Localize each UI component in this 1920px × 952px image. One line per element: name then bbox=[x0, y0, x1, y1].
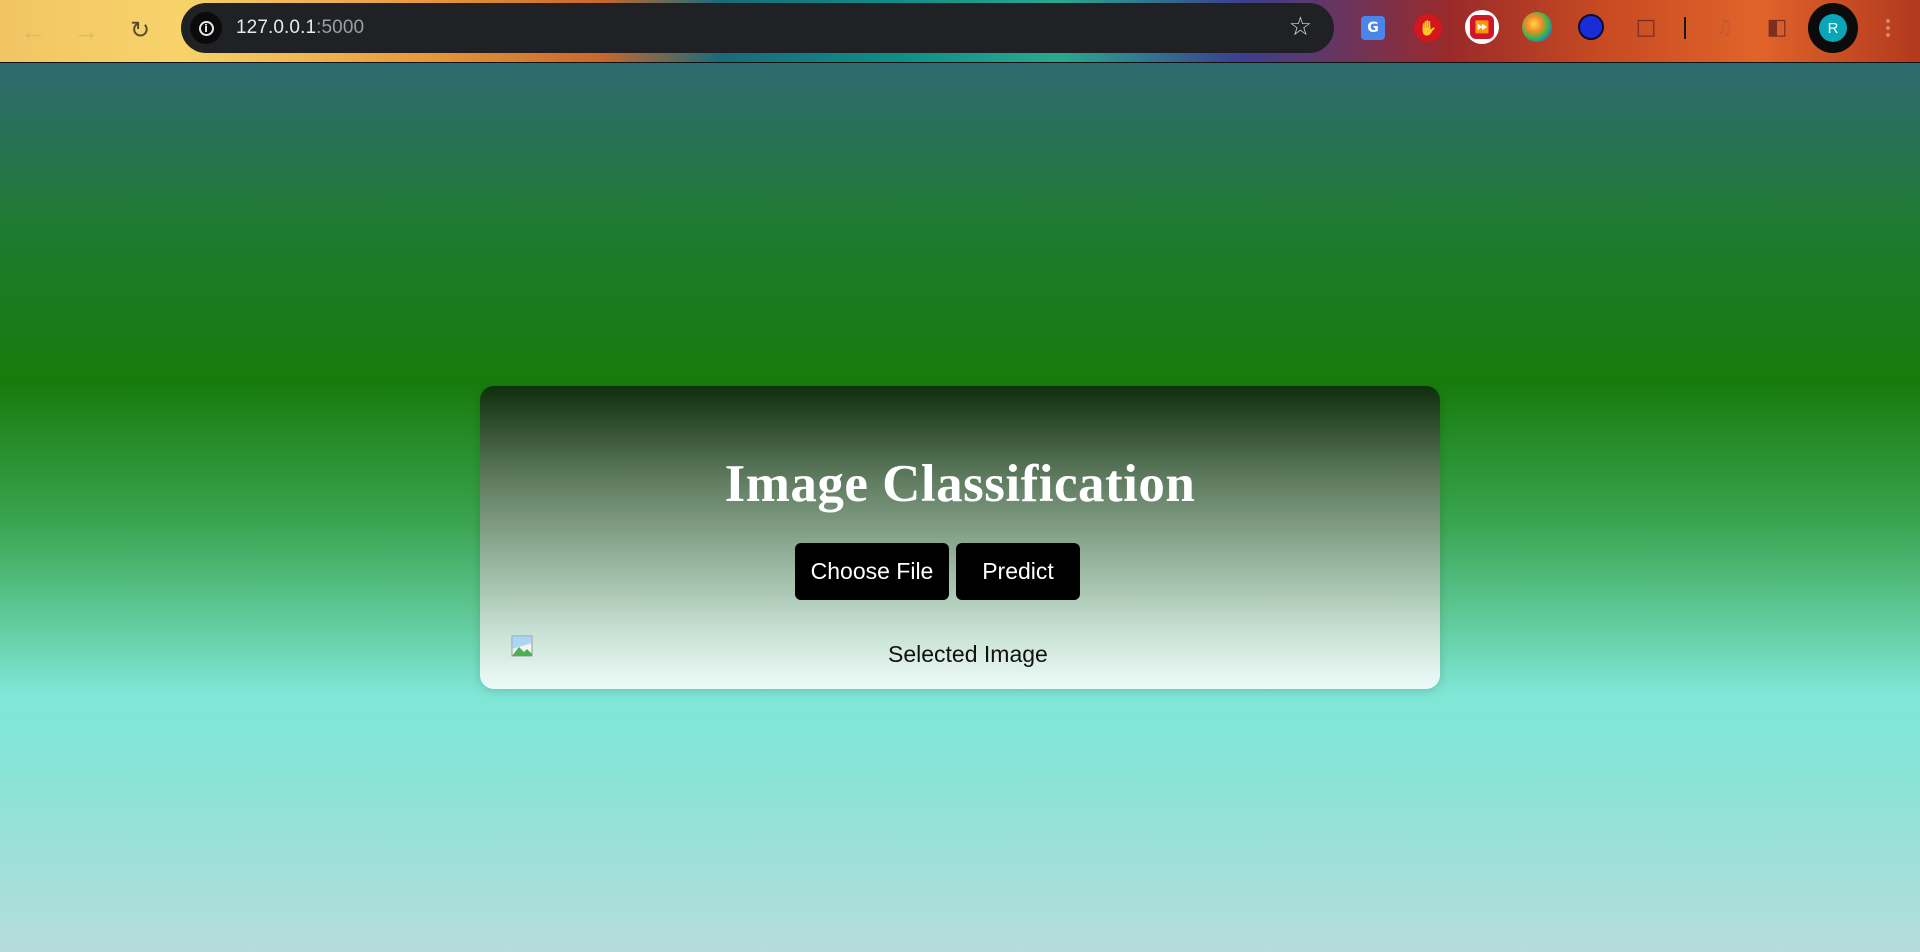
google-translate-icon[interactable]: G bbox=[1361, 16, 1385, 40]
side-panel-icon[interactable]: ◧ bbox=[1763, 13, 1791, 41]
choose-file-button[interactable]: Choose File bbox=[795, 543, 949, 600]
bookmark-star-icon[interactable]: ☆ bbox=[1289, 14, 1312, 40]
reload-icon: ↻ bbox=[129, 17, 151, 44]
selected-image-alt: Selected Image bbox=[888, 641, 1048, 667]
media-controls-icon[interactable]: ♫ bbox=[1710, 13, 1738, 41]
puzzle-icon[interactable]: □ bbox=[1632, 13, 1660, 41]
site-info-button[interactable]: i bbox=[190, 12, 222, 44]
arrow-left-icon: ← bbox=[20, 16, 46, 46]
fast-forward-glyph: ⏩ bbox=[1470, 15, 1494, 39]
fast-forward-icon[interactable]: ⏩ bbox=[1465, 10, 1499, 44]
forward-button[interactable]: → bbox=[67, 12, 105, 50]
globe-extension-icon[interactable] bbox=[1522, 12, 1552, 42]
url-text[interactable]: 127.0.0.1:5000 bbox=[236, 17, 364, 39]
page-title: Image Classification bbox=[724, 455, 1196, 513]
menu-dot bbox=[1886, 33, 1890, 37]
menu-dot bbox=[1886, 26, 1890, 30]
predict-button[interactable]: Predict bbox=[956, 543, 1080, 600]
broken-image-icon bbox=[511, 635, 533, 657]
url-host: 127.0.0.1 bbox=[236, 17, 317, 38]
profile-button[interactable]: R bbox=[1808, 3, 1858, 53]
menu-dot bbox=[1886, 19, 1890, 23]
classification-card: Image Classification Choose File Predict… bbox=[480, 386, 1440, 689]
arrow-right-icon: → bbox=[73, 16, 99, 46]
more-menu-icon[interactable] bbox=[1878, 12, 1898, 44]
back-button[interactable]: ← bbox=[14, 12, 52, 50]
browser-toolbar: ← → ↻ i 127.0.0.1:5000 ☆ G ✋ ⏩ □ ♫ ◧ R bbox=[0, 0, 1920, 63]
page-background: Image Classification Choose File Predict… bbox=[0, 63, 1920, 952]
info-icon: i bbox=[198, 20, 214, 36]
dark-mode-icon[interactable] bbox=[1578, 14, 1604, 40]
url-port: :5000 bbox=[316, 17, 365, 38]
stop-hand-icon[interactable]: ✋ bbox=[1414, 14, 1442, 42]
avatar: R bbox=[1819, 14, 1847, 42]
reload-button[interactable]: ↻ bbox=[121, 12, 159, 50]
toolbar-divider bbox=[1684, 17, 1686, 39]
address-bar[interactable]: i 127.0.0.1:5000 ☆ bbox=[181, 3, 1334, 53]
